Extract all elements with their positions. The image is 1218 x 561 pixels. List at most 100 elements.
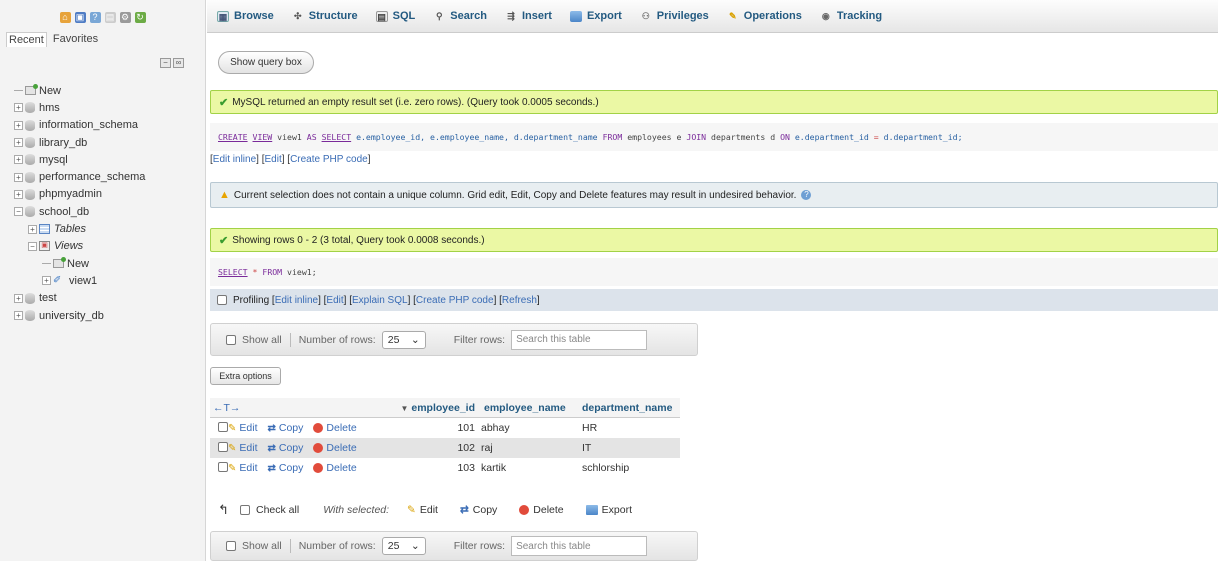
success-message-2: ✔ Showing rows 0 - 2 (3 total, Query too…	[210, 228, 1218, 252]
settings-icon[interactable]: ⚙	[119, 11, 131, 23]
cell-department-name[interactable]: HR	[575, 422, 679, 434]
database-icon	[25, 119, 35, 131]
cell-department-name[interactable]: IT	[575, 442, 679, 454]
edit-inline-link[interactable]: Edit inline	[275, 295, 318, 306]
help-icon[interactable]: ?	[801, 190, 812, 200]
cell-employee-name[interactable]: kartik	[479, 462, 575, 474]
tab-sql[interactable]: ▤ SQL	[375, 0, 415, 33]
show-all-checkbox[interactable]	[226, 334, 236, 345]
expand-icon[interactable]: +	[14, 293, 23, 303]
row-delete-button[interactable]: Delete	[313, 462, 357, 474]
cell-department-name[interactable]: schlorship	[575, 462, 679, 474]
home-icon[interactable]: ⌂	[59, 11, 71, 23]
number-of-rows-select-bottom[interactable]: 25 ⌄	[381, 537, 426, 555]
reload-icon[interactable]: ↻	[134, 11, 146, 23]
row-edit-button[interactable]: ✎ Edit	[228, 462, 257, 474]
tree-node-test[interactable]: + test	[0, 290, 206, 307]
tree-node-university-db[interactable]: + university_db	[0, 307, 206, 324]
nav-tab-favorites[interactable]: Favorites	[51, 32, 100, 47]
check-all-label[interactable]: Check all	[256, 504, 299, 516]
row-edit-button[interactable]: ✎ Edit	[228, 442, 257, 454]
bulk-delete-button[interactable]: Delete	[519, 504, 564, 516]
tab-insert[interactable]: ⇶ Insert	[505, 0, 552, 33]
edit-inline-link[interactable]: Edit inline	[213, 154, 256, 165]
tree-node-label: performance_schema	[39, 171, 146, 184]
create-php-code-link[interactable]: Create PHP code	[290, 154, 368, 165]
show-query-box-button[interactable]: Show query box	[218, 51, 314, 74]
expand-icon[interactable]: +	[42, 276, 51, 286]
expand-icon[interactable]: +	[14, 120, 23, 130]
tab-privileges[interactable]: ⚇ Privileges	[640, 0, 709, 33]
tree-node-new[interactable]: New	[0, 82, 206, 99]
tree-node-label: information_schema	[39, 119, 139, 132]
tab-operations[interactable]: ✎ Operations	[727, 0, 802, 33]
extra-options-button[interactable]: Extra options	[210, 367, 281, 385]
logout-icon[interactable]: ▣	[74, 11, 86, 23]
refresh-link[interactable]: Refresh	[502, 295, 537, 306]
edit-link[interactable]: Edit	[326, 295, 343, 306]
number-of-rows-select[interactable]: 25 ⌄	[381, 330, 426, 349]
explain-sql-link[interactable]: Explain SQL	[352, 295, 408, 306]
expand-icon[interactable]: +	[14, 155, 23, 165]
nav-tab-recent[interactable]: Recent	[6, 32, 47, 47]
profiling-checkbox[interactable]	[217, 295, 227, 305]
row-copy-button[interactable]: ⇄ Copy	[267, 462, 303, 474]
check-all-checkbox[interactable]	[240, 505, 250, 515]
tree-node-phpmyadmin[interactable]: + phpmyadmin	[0, 186, 206, 203]
bulk-export-button[interactable]: Export	[585, 504, 632, 516]
cell-employee-id[interactable]: 103	[393, 462, 479, 474]
tree-node-new[interactable]: New	[0, 255, 206, 272]
expand-icon[interactable]: +	[14, 189, 23, 199]
tab-browse[interactable]: ▦ Browse	[217, 0, 274, 33]
tree-node-performance-schema[interactable]: + performance_schema	[0, 168, 206, 185]
tree-node-view1[interactable]: + ✐ view1	[0, 272, 206, 289]
show-all-checkbox-bottom[interactable]	[226, 541, 236, 551]
cell-employee-id[interactable]: 102	[393, 442, 479, 454]
collapse-all-icon[interactable]: −	[160, 58, 171, 68]
cell-employee-name[interactable]: raj	[479, 442, 575, 454]
tab-search[interactable]: ⚲ Search	[433, 0, 487, 33]
expand-icon[interactable]: +	[28, 224, 37, 234]
help-icon[interactable]: ?	[89, 11, 101, 23]
expand-icon[interactable]: −	[28, 241, 37, 251]
tab-structure[interactable]: ✣ Structure	[292, 0, 358, 33]
row-delete-button[interactable]: Delete	[313, 442, 357, 454]
expand-icon[interactable]: +	[14, 138, 23, 148]
bulk-copy-button[interactable]: ⇄ Copy	[460, 504, 497, 516]
cell-employee-id[interactable]: 101	[393, 422, 479, 434]
row-copy-button[interactable]: ⇄ Copy	[267, 442, 303, 454]
row-delete-button[interactable]: Delete	[313, 422, 357, 434]
link-with-main-icon[interactable]: ∞	[173, 58, 184, 68]
row-checkbox[interactable]	[218, 441, 228, 452]
privileges-icon: ⚇	[641, 10, 650, 21]
row-checkbox[interactable]	[218, 421, 228, 432]
cell-employee-name[interactable]: abhay	[479, 422, 575, 434]
row-edit-button[interactable]: ✎ Edit	[228, 422, 257, 434]
tree-node-mysql[interactable]: + mysql	[0, 151, 206, 168]
tab-tracking[interactable]: ◉ Tracking	[820, 0, 882, 33]
tree-node-hms[interactable]: + hms	[0, 99, 206, 116]
edit-link[interactable]: Edit	[264, 154, 281, 165]
tree-node-library-db[interactable]: + library_db	[0, 134, 206, 151]
column-header-employee-name[interactable]: employee_name	[479, 402, 575, 414]
row-copy-button[interactable]: ⇄ Copy	[267, 422, 303, 434]
tree-node-tables[interactable]: + Tables	[0, 220, 206, 237]
tree-node-school-db[interactable]: − school_db	[0, 203, 206, 220]
tree-node-information-schema[interactable]: + information_schema	[0, 117, 206, 134]
row-checkbox[interactable]	[218, 461, 228, 472]
delete-icon	[313, 423, 324, 433]
expand-icon[interactable]: +	[14, 172, 23, 182]
create-php-code-link[interactable]: Create PHP code	[416, 295, 494, 306]
tab-export[interactable]: Export	[569, 0, 622, 33]
column-header-employee-id[interactable]: ▼ employee_id	[393, 402, 479, 414]
expand-icon[interactable]: +	[14, 103, 23, 113]
column-resize-arrows[interactable]: ←T→	[210, 402, 393, 414]
column-header-department-name[interactable]: department_name	[575, 402, 679, 414]
filter-rows-input-bottom[interactable]: Search this table	[511, 536, 648, 556]
tree-node-views[interactable]: − ▣ Views	[0, 238, 206, 255]
expand-icon[interactable]: +	[14, 311, 23, 320]
bulk-edit-button[interactable]: ✎ Edit	[407, 504, 438, 516]
filter-rows-input[interactable]: Search this table	[511, 329, 648, 350]
docs-icon[interactable]: ▤	[104, 11, 116, 23]
expand-icon[interactable]: −	[14, 207, 23, 217]
